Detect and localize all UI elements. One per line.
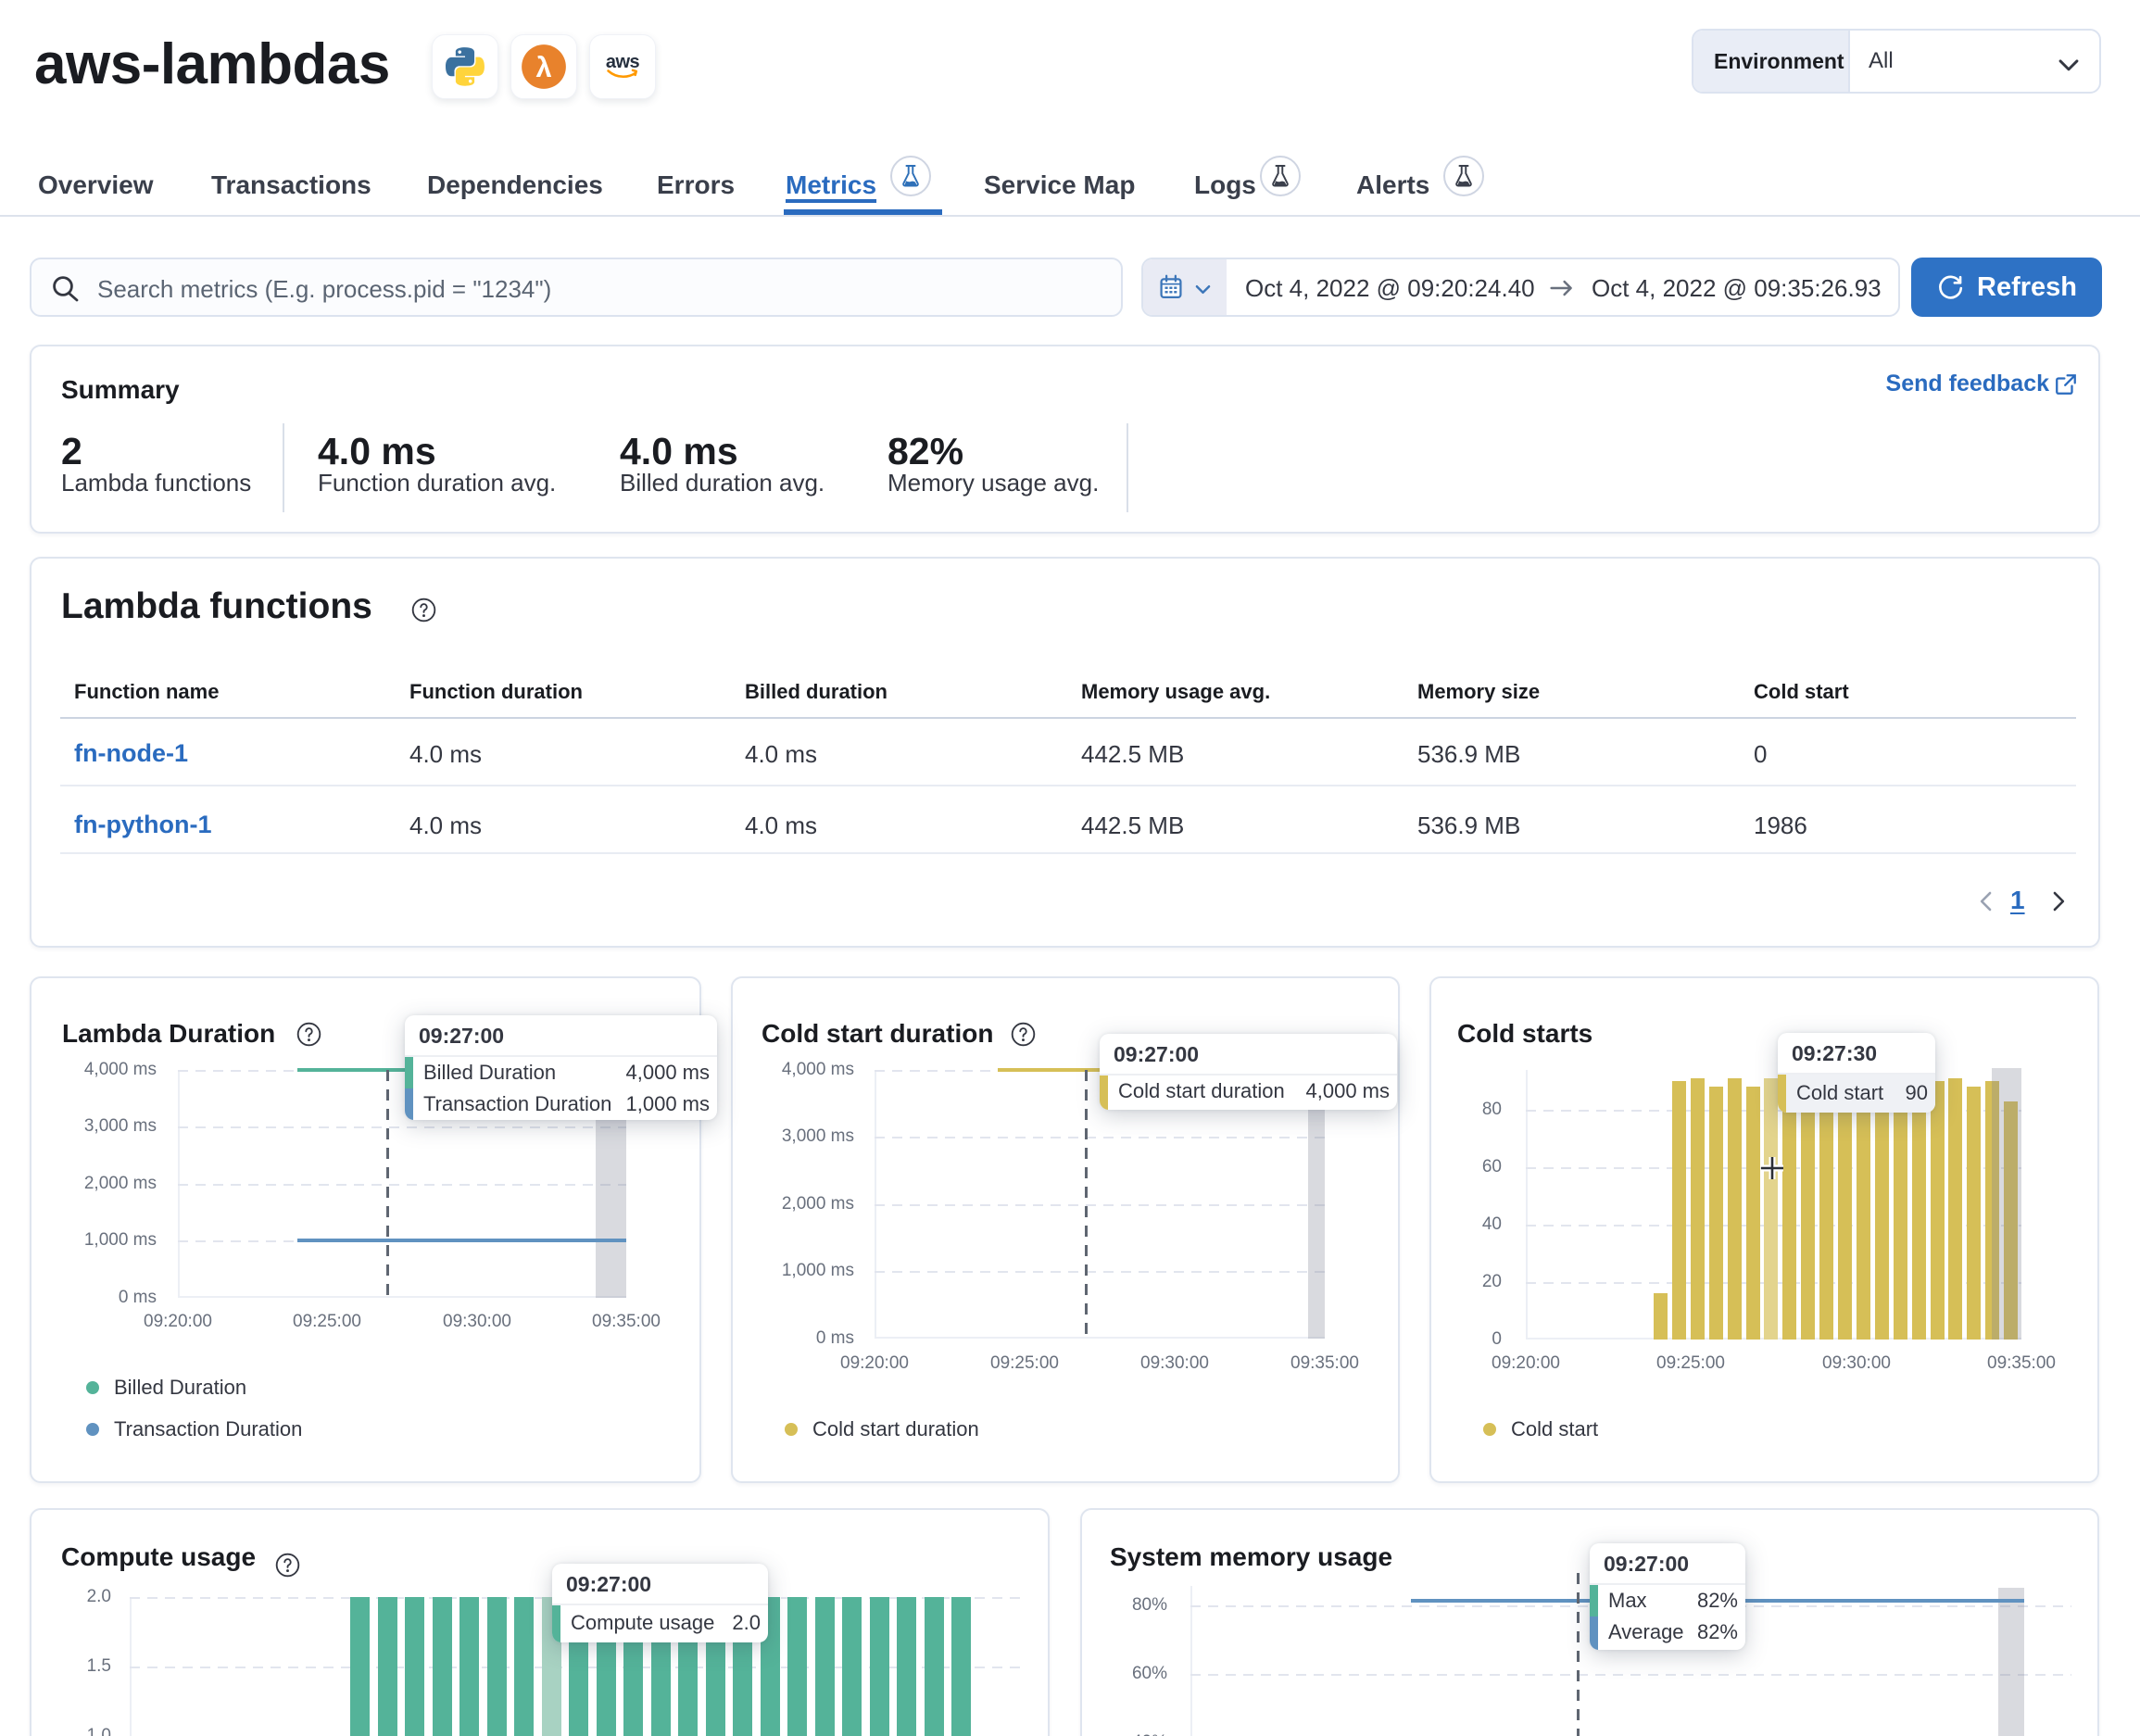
svg-text:aws: aws [606, 52, 640, 72]
svg-text:λ: λ [535, 51, 551, 83]
